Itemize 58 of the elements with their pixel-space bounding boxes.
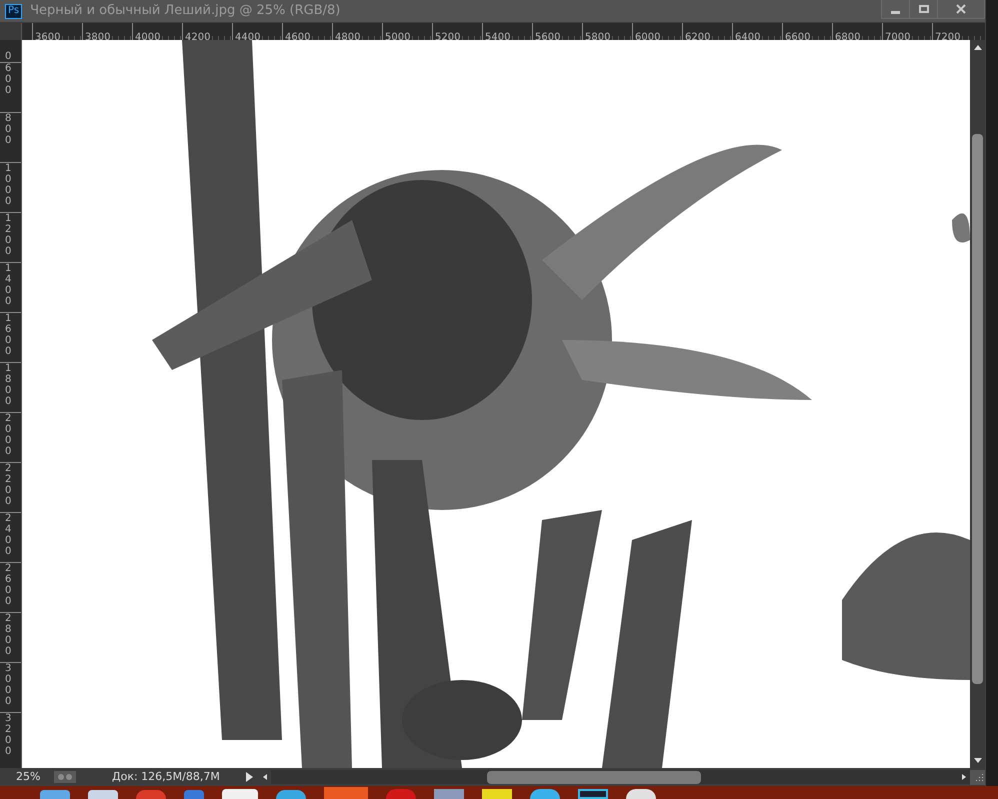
ruler-label: 6600 (785, 32, 810, 40)
ruler-label: 2800 (5, 613, 12, 657)
ruler-label: 3800 (85, 32, 110, 40)
app-icon[interactable] (88, 790, 118, 799)
vertical-scrollbar[interactable] (970, 40, 985, 768)
ruler-label: 6800 (835, 32, 860, 40)
window-title: Черный и обычный Леший.jpg @ 25% (RGB/8) (30, 2, 340, 20)
ruler-label: 6000 (635, 32, 660, 40)
ruler-label: 3600 (35, 32, 60, 40)
ruler-label: 1200 (5, 213, 12, 257)
scroll-right-icon[interactable] (962, 774, 966, 780)
ruler-label: 7200 (935, 32, 960, 40)
ruler-label: 2400 (5, 513, 12, 557)
app-icon[interactable] (276, 790, 306, 799)
ruler-label: 5800 (585, 32, 610, 40)
ruler-label: 4800 (335, 32, 360, 40)
ruler-label: 1800 (5, 363, 12, 407)
app-icon[interactable] (578, 789, 608, 799)
ruler-label: 1000 (5, 163, 12, 207)
ruler-label: 3200 (5, 713, 12, 757)
scrollbar-thumb[interactable] (486, 770, 701, 784)
ruler-label: 6200 (685, 32, 710, 40)
resize-grip-icon[interactable] (970, 770, 985, 784)
app-icon[interactable] (40, 790, 70, 799)
ruler-label: 1600 (5, 313, 12, 357)
ruler-label: 4200 (185, 32, 210, 40)
ruler-label: 7000 (885, 32, 910, 40)
play-icon[interactable] (246, 772, 253, 782)
ruler-label: 5200 (435, 32, 460, 40)
ruler-label: 2200 (5, 463, 12, 507)
minimize-button[interactable] (882, 0, 910, 18)
zoom-level[interactable]: 25% (16, 768, 52, 786)
ruler-label: 2600 (5, 563, 12, 607)
ruler-label: 1400 (5, 263, 12, 307)
ruler-label: 5400 (485, 32, 510, 40)
ruler-label: 5600 (535, 32, 560, 40)
ruler-label: 4400 (235, 32, 260, 40)
horizontal-scrollbar[interactable] (270, 770, 970, 784)
document-size: Док: 126,5M/88,7M (112, 768, 220, 785)
close-button[interactable] (938, 0, 984, 18)
ruler-label: 3000 (5, 663, 12, 707)
scroll-up-icon[interactable] (974, 44, 982, 50)
scroll-down-icon[interactable] (974, 758, 982, 764)
ruler-label: 2000 (5, 413, 12, 457)
ruler-label: 800 (5, 113, 12, 146)
ruler-label: 4000 (135, 32, 160, 40)
ruler-label: 5000 (385, 32, 410, 40)
app-badge: Ps (5, 4, 22, 18)
app-icon[interactable] (530, 789, 560, 799)
app-icon[interactable] (626, 789, 656, 799)
ruler-label: 0 (5, 51, 12, 62)
ruler-label: 6400 (735, 32, 760, 40)
scrollbar-thumb[interactable] (972, 134, 983, 684)
ruler-label: 600 (5, 63, 12, 96)
scroll-left-icon[interactable] (262, 774, 267, 780)
close-icon[interactable] (956, 4, 966, 14)
maximize-button[interactable] (910, 0, 938, 18)
ruler-label: 4600 (285, 32, 310, 40)
